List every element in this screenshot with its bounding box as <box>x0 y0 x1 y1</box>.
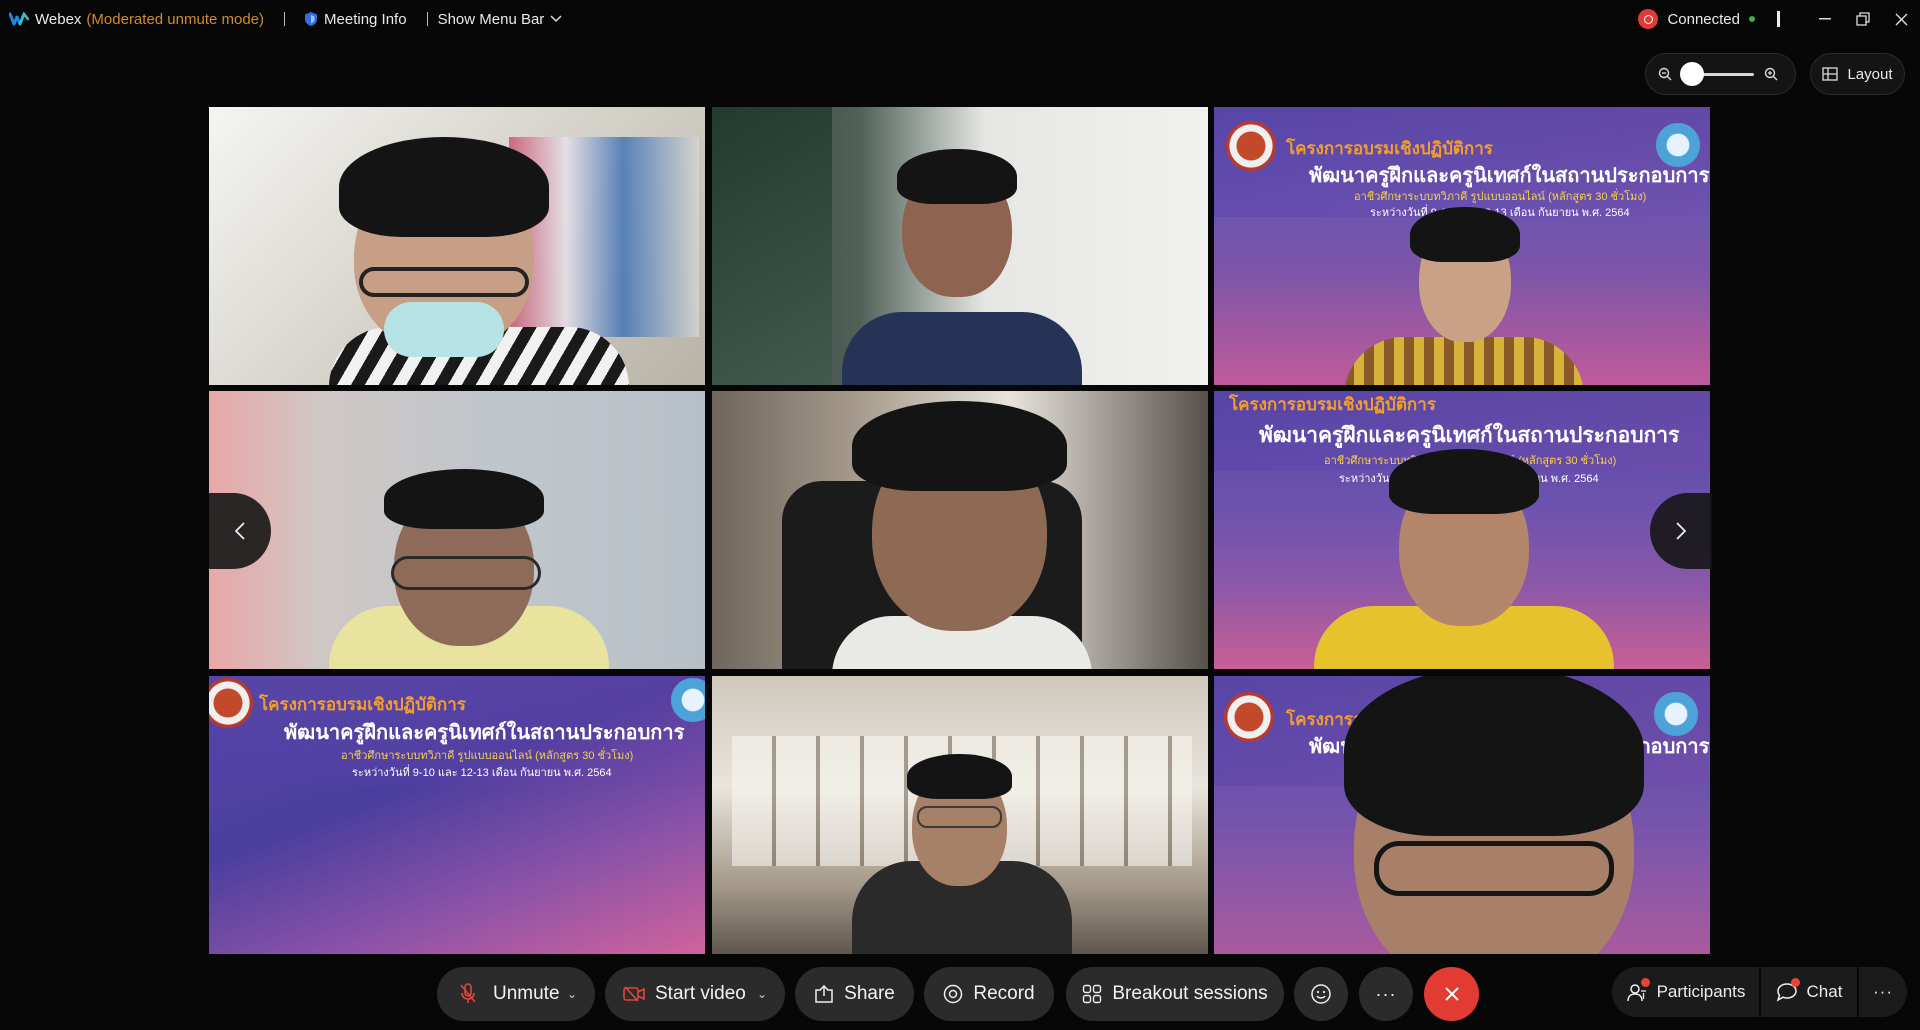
muted-microphone-icon <box>460 983 476 1003</box>
unmute-mode-label: (Moderated unmute mode) <box>86 10 265 28</box>
close-window-button[interactable] <box>1882 0 1920 38</box>
show-menu-bar-button[interactable]: Show Menu Bar <box>438 11 563 28</box>
participant-video-tile[interactable] <box>209 391 705 669</box>
video-off-icon <box>623 986 645 1002</box>
leave-meeting-button[interactable] <box>1424 967 1479 1021</box>
more-icon: ··· <box>1873 982 1893 1001</box>
meeting-info-button[interactable]: Meeting Info <box>304 11 407 28</box>
title-bar: Webex (Moderated unmute mode) Meeting In… <box>0 0 1920 38</box>
curtain <box>712 107 832 385</box>
video-zoom-control[interactable] <box>1645 53 1796 95</box>
reactions-button[interactable] <box>1294 967 1348 1021</box>
college-seal-icon <box>1224 692 1274 742</box>
minimize-button[interactable] <box>1806 0 1844 38</box>
chevron-down-icon[interactable]: ⌄ <box>567 987 577 1001</box>
divider <box>1777 11 1780 27</box>
zoom-slider[interactable] <box>1680 61 1754 86</box>
layout-label: Layout <box>1847 65 1893 83</box>
close-icon <box>1444 987 1459 1001</box>
more-icon: ··· <box>1375 983 1397 1004</box>
chevron-right-icon <box>1676 522 1686 540</box>
breakout-label: Breakout sessions <box>1112 983 1268 1004</box>
network-badge-icon <box>1638 9 1659 29</box>
chat-label: Chat <box>1806 982 1843 1001</box>
college-seal-icon <box>1226 121 1276 171</box>
restore-icon <box>1856 12 1870 26</box>
grid-layout-icon <box>1822 67 1839 81</box>
notification-dot-icon <box>1640 978 1650 987</box>
participant-video-tile[interactable] <box>712 391 1208 669</box>
banner-subtitle: อาชีวศึกษาระบบทวิภาคี รูปแบบออนไลน์ (หลั… <box>341 750 634 762</box>
divider <box>426 12 428 26</box>
close-icon <box>1895 13 1907 25</box>
status-dot-icon <box>1749 16 1755 22</box>
divider <box>284 12 286 26</box>
shield-icon <box>305 12 318 26</box>
webex-logo-icon <box>9 12 29 26</box>
breakout-icon <box>1083 984 1102 1004</box>
banner-title: พัฒนาครูฝึกและครูนิเทศก์ในสถานประกอบการ <box>284 722 685 744</box>
banner-project: โครงการอบรมเชิงปฏิบัติการ <box>1229 395 1436 414</box>
show-menu-bar-label: Show Menu Bar <box>437 10 545 28</box>
connection-status[interactable]: Connected <box>1638 9 1755 29</box>
participant-video-tile[interactable] <box>209 107 705 385</box>
chevron-down-icon[interactable]: ⌄ <box>757 987 767 1001</box>
connection-status-label: Connected <box>1667 10 1740 28</box>
share-icon <box>815 985 833 1003</box>
participant-video-tile[interactable] <box>712 676 1208 954</box>
participant-video-tile[interactable]: โครงการอบรมเชิงปฏิบัติการ พัฒนาครูฝึกและ… <box>1214 676 1710 954</box>
participants-label: Participants <box>1656 982 1746 1001</box>
participant-video-tile[interactable]: โครงการอบรมเชิงปฏิบัติการ พัฒนาครูฝึกและ… <box>1214 107 1710 385</box>
breakout-sessions-button[interactable]: Breakout sessions <box>1066 967 1284 1021</box>
unmute-button[interactable]: Unmute ⌄ <box>437 967 595 1021</box>
chat-button[interactable]: Chat <box>1761 967 1857 1017</box>
zoom-in-icon[interactable] <box>1764 67 1778 81</box>
zoom-out-icon[interactable] <box>1658 67 1672 81</box>
share-button[interactable]: Share <box>795 967 914 1021</box>
start-video-label: Start video <box>655 983 746 1004</box>
layout-button[interactable]: Layout <box>1810 53 1905 95</box>
start-video-button[interactable]: Start video ⌄ <box>605 967 785 1021</box>
emoji-icon <box>1311 984 1331 1004</box>
banner-project: โครงการอบรมเชิงปฏิบัติการ <box>1286 139 1493 158</box>
unmute-label: Unmute <box>493 983 560 1004</box>
banner-dates: ระหว่างวันที่ 9-10 และ 12-13 เดือน กันยา… <box>352 767 612 779</box>
more-panels-button[interactable]: ··· <box>1859 967 1907 1017</box>
more-options-button[interactable]: ··· <box>1359 967 1413 1021</box>
app-name: Webex <box>35 10 82 28</box>
chevron-down-icon <box>550 15 562 23</box>
share-label: Share <box>844 983 895 1004</box>
participant-video-tile[interactable]: โครงการอบรมเชิงปฏิบัติการ พัฒนาครูฝึกและ… <box>1214 391 1710 669</box>
record-button[interactable]: Record <box>924 967 1054 1021</box>
participants-button[interactable]: Participants <box>1612 967 1759 1017</box>
meeting-info-label: Meeting Info <box>324 10 407 28</box>
restore-button[interactable] <box>1844 0 1882 38</box>
chevron-left-icon <box>235 522 245 540</box>
participant-video-tile[interactable] <box>712 107 1208 385</box>
notification-dot-icon <box>1790 978 1800 987</box>
minimize-icon <box>1819 18 1831 20</box>
record-label: Record <box>973 983 1035 1004</box>
zoom-slider-thumb[interactable] <box>1680 61 1704 86</box>
record-icon <box>944 984 963 1004</box>
participant-video-tile[interactable]: โครงการอบรมเชิงปฏิบัติการ พัฒนาครูฝึกและ… <box>209 676 705 954</box>
banner-title: พัฒนาครูฝึกและครูนิเทศก์ในสถานประกอบการ <box>1259 424 1680 447</box>
banner-project: โครงการอบรมเชิงปฏิบัติการ <box>259 695 466 714</box>
